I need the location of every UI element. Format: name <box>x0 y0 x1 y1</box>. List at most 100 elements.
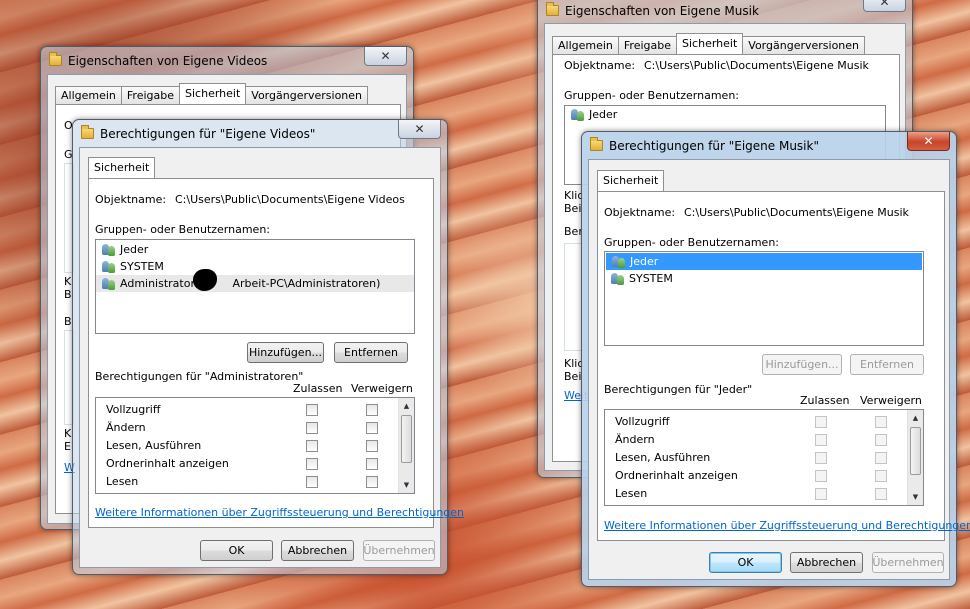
deny-checkbox[interactable] <box>366 440 378 452</box>
deny-checkbox[interactable] <box>875 416 887 428</box>
user-group-icon <box>611 255 627 268</box>
window-title: Berechtigungen für "Eigene Videos" <box>100 126 316 141</box>
click-hint-label: K <box>64 275 72 288</box>
permissions-list: Vollzugriff Ändern Lesen, Ausführen Ordn… <box>95 397 415 494</box>
scroll-down-arrow-icon[interactable]: ▼ <box>908 490 923 504</box>
close-button[interactable]: ✕ <box>398 120 441 139</box>
deny-checkbox[interactable] <box>366 476 378 488</box>
add-button[interactable]: Hinzufügen... <box>247 342 324 363</box>
remove-button[interactable]: Entfernen <box>334 342 408 363</box>
permissions-scrollbar[interactable]: ▲ ▼ <box>907 410 923 505</box>
close-button[interactable]: ✕ <box>863 0 906 12</box>
deny-checkbox[interactable] <box>366 404 378 416</box>
folder-icon <box>546 2 559 16</box>
deny-checkbox[interactable] <box>875 452 887 464</box>
tab-allgemein[interactable]: Allgemein <box>55 86 122 104</box>
permissions-scrollbar[interactable]: ▲ ▼ <box>398 398 414 493</box>
groups-list[interactable]: Jeder SYSTEM <box>604 251 924 346</box>
deny-column-header: Verweigern <box>860 394 922 407</box>
permission-name: Lesen <box>615 487 648 500</box>
deny-checkbox[interactable] <box>875 434 887 446</box>
list-item[interactable]: SYSTEM <box>605 270 923 287</box>
window-client-area: Sicherheit Objektname: C:\Users\Public\D… <box>588 159 970 580</box>
tab-allgemein[interactable]: Allgemein <box>552 36 619 54</box>
permission-name: Lesen, Ausführen <box>106 439 202 452</box>
cancel-button[interactable]: Abbrechen <box>790 552 863 573</box>
group-name: SYSTEM <box>120 260 164 273</box>
window-title: Eigenschaften von Eigene Musik <box>565 3 759 18</box>
allow-checkbox[interactable] <box>306 422 318 434</box>
allow-checkbox[interactable] <box>815 488 827 500</box>
close-button[interactable]: ✕ <box>364 47 407 66</box>
tab-sicherheit[interactable]: Sicherheit <box>179 83 247 104</box>
allow-checkbox[interactable] <box>815 452 827 464</box>
list-item[interactable]: SYSTEM <box>96 258 414 275</box>
tab-freigabe[interactable]: Freigabe <box>617 36 678 54</box>
deny-checkbox[interactable] <box>366 422 378 434</box>
scroll-up-arrow-icon[interactable]: ▲ <box>399 399 414 413</box>
ok-button[interactable]: OK <box>709 552 782 573</box>
allow-checkbox[interactable] <box>815 434 827 446</box>
permissions-dialog-eigene-musik: Berechtigungen für "Eigene Musik" ✕ Sich… <box>581 131 970 587</box>
permission-row: Ordnerinhalt anzeigen <box>605 466 907 484</box>
allow-column-header: Zulassen <box>293 382 343 395</box>
more-info-link[interactable]: Weitere Informationen über Zugriffssteue… <box>95 506 464 519</box>
deny-checkbox[interactable] <box>875 488 887 500</box>
scroll-down-arrow-icon[interactable]: ▼ <box>399 478 414 492</box>
list-item[interactable]: Jeder <box>565 106 885 123</box>
allow-checkbox[interactable] <box>306 440 318 452</box>
title-bar[interactable]: Eigenschaften von Eigene Videos <box>41 47 413 74</box>
deny-checkbox[interactable] <box>875 470 887 482</box>
list-item[interactable]: Jeder <box>96 241 414 258</box>
add-button[interactable]: Hinzufügen... <box>762 354 842 375</box>
list-item[interactable]: Jeder <box>606 253 922 270</box>
folder-icon <box>81 125 94 139</box>
cancel-button[interactable]: Abbrechen <box>281 540 354 561</box>
remove-button[interactable]: Entfernen <box>850 354 924 375</box>
tab-sicherheit[interactable]: Sicherheit <box>597 170 665 191</box>
allow-checkbox[interactable] <box>306 458 318 470</box>
tab-vorgaengerversionen[interactable]: Vorgängerversionen <box>245 86 369 104</box>
object-name-label: Objektname: <box>95 193 167 206</box>
tab-page-security: Objektname: C:\Users\Public\Documents\Ei… <box>88 178 464 528</box>
close-button[interactable]: ✕ <box>907 132 950 151</box>
permission-row: Ordnerinhalt anzeigen <box>96 454 398 472</box>
allow-checkbox[interactable] <box>306 404 318 416</box>
allow-checkbox[interactable] <box>815 416 827 428</box>
permission-row: Lesen <box>96 472 398 490</box>
groups-list[interactable]: Jeder SYSTEM Administratoren Arbeit-PC\A… <box>95 239 415 334</box>
scroll-thumb[interactable] <box>401 415 412 463</box>
permission-name: Vollzugriff <box>615 415 670 428</box>
ok-button[interactable]: OK <box>200 540 273 561</box>
tab-freigabe[interactable]: Freigabe <box>120 86 181 104</box>
deny-checkbox[interactable] <box>366 458 378 470</box>
apply-button[interactable]: Übernehmen <box>363 540 435 561</box>
permission-row: Lesen <box>605 484 907 502</box>
allow-checkbox[interactable] <box>815 470 827 482</box>
permission-name: Ändern <box>615 433 655 446</box>
permission-name: Ändern <box>106 421 146 434</box>
close-icon: ✕ <box>380 49 391 63</box>
permission-name: Ordnerinhalt anzeigen <box>106 457 229 470</box>
scroll-up-arrow-icon[interactable]: ▲ <box>908 411 923 425</box>
title-bar[interactable]: Eigenschaften von Eigene Musik <box>538 0 912 24</box>
permission-row: Ändern <box>96 418 398 436</box>
window-title: Berechtigungen für "Eigene Musik" <box>609 138 819 153</box>
advanced-hint-label: E <box>64 440 71 453</box>
advanced-hint-label: Bei <box>564 370 582 383</box>
permissions-label: Berechtigungen für "Jeder" <box>604 383 753 396</box>
user-group-icon <box>570 108 586 121</box>
user-group-icon <box>101 260 117 273</box>
apply-button[interactable]: Übernehmen <box>872 552 944 573</box>
object-name-value: C:\Users\Public\Documents\Eigene Musik <box>684 206 909 219</box>
more-info-link[interactable]: Weitere Informationen über Zugriffssteue… <box>604 519 970 532</box>
tab-sicherheit[interactable]: Sicherheit <box>676 33 744 54</box>
scroll-thumb[interactable] <box>910 427 921 475</box>
tab-sicherheit[interactable]: Sicherheit <box>88 157 156 178</box>
list-item[interactable]: Administratoren Arbeit-PC\Administratore… <box>96 269 414 292</box>
tab-vorgaengerversionen[interactable]: Vorgängerversionen <box>742 36 866 54</box>
allow-checkbox[interactable] <box>306 476 318 488</box>
title-bar[interactable]: Berechtigungen für "Eigene Videos" <box>73 120 447 147</box>
permissions-dialog-eigene-videos: Berechtigungen für "Eigene Videos" ✕ Sic… <box>72 119 464 575</box>
title-bar[interactable]: Berechtigungen für "Eigene Musik" <box>582 132 956 159</box>
